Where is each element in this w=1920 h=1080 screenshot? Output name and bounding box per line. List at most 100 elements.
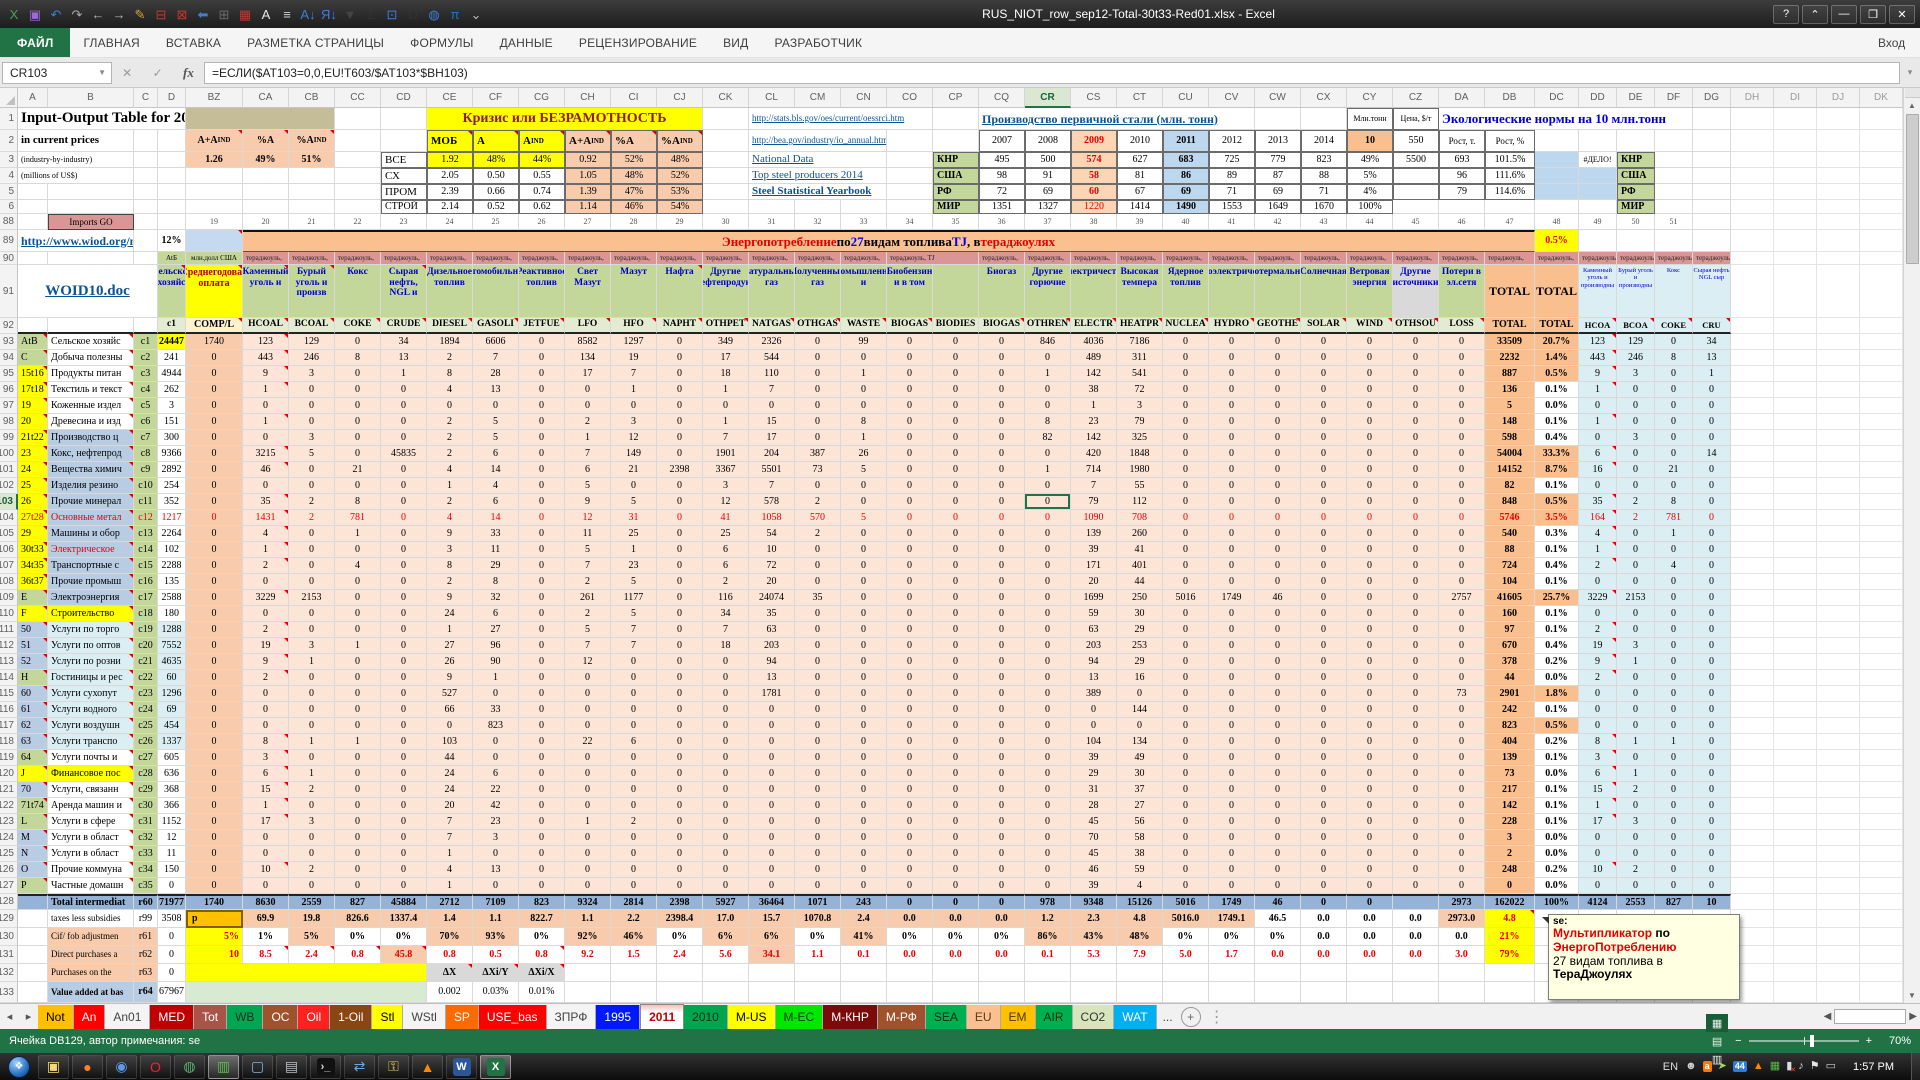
qat-more-icon[interactable]: ⌄	[468, 8, 484, 21]
cell-D92[interactable]: c1	[158, 318, 186, 334]
excel-icon[interactable]: X	[480, 1055, 511, 1079]
cell-DG112[interactable]: 0	[1693, 638, 1731, 654]
cell-DB92[interactable]: TOTAL	[1485, 318, 1535, 334]
cell-DF97[interactable]: 0	[1655, 398, 1693, 414]
cell-CW129[interactable]: 46.5	[1255, 910, 1301, 928]
row-header-93[interactable]: 93	[0, 334, 18, 350]
cell-A113[interactable]: 52	[18, 654, 48, 670]
cell-D90[interactable]: АtБ	[158, 252, 186, 265]
cell-CZ108[interactable]: 0	[1393, 574, 1439, 590]
cell-CY105[interactable]: 0	[1347, 526, 1393, 542]
cell-CY4[interactable]: 5%	[1347, 168, 1393, 184]
cell-DG105[interactable]: 0	[1693, 526, 1731, 542]
cell-B88[interactable]: Imports GO	[48, 214, 134, 230]
cell-CL101[interactable]: 5501	[749, 462, 795, 478]
cell-CE5[interactable]: 2.39	[427, 184, 473, 200]
cell-CP100[interactable]: 0	[933, 446, 979, 462]
cell-C92[interactable]	[134, 318, 158, 334]
cell-DC123[interactable]: 0.1%	[1535, 814, 1579, 830]
cell-CR133[interactable]	[1025, 982, 1071, 1003]
cell-CE98[interactable]: 2	[427, 414, 473, 430]
cell-CT98[interactable]: 79	[1117, 414, 1163, 430]
cell-CR2[interactable]: 2008	[1025, 130, 1071, 152]
cell-DC88[interactable]: 48	[1535, 214, 1579, 230]
cell-CB109[interactable]: 2153	[289, 590, 335, 606]
cell-CW127[interactable]: 0	[1255, 878, 1301, 894]
cell-CK96[interactable]: 1	[703, 382, 749, 398]
cell-DC100[interactable]: 33.3%	[1535, 446, 1579, 462]
cell-D108[interactable]: 135	[158, 574, 186, 590]
cell-CU116[interactable]: 0	[1163, 702, 1209, 718]
cell-CO5[interactable]	[887, 184, 933, 200]
cell-CD4[interactable]: СХ	[381, 168, 427, 184]
cell-DF91[interactable]: Кокс	[1655, 265, 1693, 318]
col-header-CP[interactable]: CP	[933, 88, 979, 108]
cell-CE123[interactable]: 7	[427, 814, 473, 830]
cell-DF88[interactable]: 51	[1655, 214, 1693, 230]
cell-DA2[interactable]: Рост, т.	[1439, 130, 1485, 152]
cell-DF4[interactable]	[1655, 168, 1693, 184]
cell-CV123[interactable]: 0	[1209, 814, 1255, 830]
cell-CD121[interactable]: 0	[381, 782, 427, 798]
cell-DE124[interactable]: 0	[1617, 830, 1655, 846]
cell-CW105[interactable]: 0	[1255, 526, 1301, 542]
cell-DE98[interactable]: 0	[1617, 414, 1655, 430]
select-all-corner[interactable]	[0, 88, 18, 108]
cell-CQ104[interactable]: 0	[979, 510, 1025, 526]
cell-CD2[interactable]	[381, 130, 427, 152]
cell-CW103[interactable]: 0	[1255, 494, 1301, 510]
cell-CU114[interactable]: 0	[1163, 670, 1209, 686]
cell-DD115[interactable]: 0	[1579, 686, 1617, 702]
cell-CT4[interactable]: 81	[1117, 168, 1163, 184]
cell-B5[interactable]	[48, 184, 134, 200]
cell-CF125[interactable]: 0	[473, 846, 519, 862]
cell-CB116[interactable]: 0	[289, 702, 335, 718]
cell-CV90[interactable]: тераджоуль,	[1209, 252, 1255, 265]
cell-A111[interactable]: 50	[18, 622, 48, 638]
cell-CF120[interactable]: 6	[473, 766, 519, 782]
cell-CA128[interactable]: 8630	[243, 894, 289, 910]
cell-DF118[interactable]: 1	[1655, 734, 1693, 750]
cell-CV6[interactable]: 1553	[1209, 200, 1255, 214]
view-layout-icon[interactable]: ▤	[1706, 1032, 1728, 1050]
cell-CM127[interactable]: 0	[795, 878, 841, 894]
cell-C118[interactable]: c26	[134, 734, 158, 750]
cell-DD106[interactable]: 1	[1579, 542, 1617, 558]
cell-DA108[interactable]: 0	[1439, 574, 1485, 590]
cell-BZ89[interactable]	[186, 230, 243, 252]
cell-CV122[interactable]: 0	[1209, 798, 1255, 814]
row-header-94[interactable]: 94	[0, 350, 18, 366]
cell-CU95[interactable]: 0	[1163, 366, 1209, 382]
cell-CI114[interactable]: 0	[611, 670, 657, 686]
back-icon[interactable]: ←	[90, 8, 106, 21]
cell-CU6[interactable]: 1490	[1163, 200, 1209, 214]
cell-CB120[interactable]: 1	[289, 766, 335, 782]
cell-CJ113[interactable]: 0	[657, 654, 703, 670]
cell-CN108[interactable]: 0	[841, 574, 887, 590]
cell-CD92[interactable]: CRUDE	[381, 318, 427, 334]
cell-DB130[interactable]: 21%	[1485, 928, 1535, 946]
cell-DD3[interactable]: #ДЕЛО!	[1579, 152, 1617, 168]
delete-table-icon[interactable]: ▦	[237, 8, 253, 21]
cell-CI118[interactable]: 6	[611, 734, 657, 750]
cell-B94[interactable]: Добыча полезны	[48, 350, 134, 366]
cell-CI121[interactable]: 0	[611, 782, 657, 798]
cell-CE105[interactable]: 9	[427, 526, 473, 542]
cell-CS126[interactable]: 46	[1071, 862, 1117, 878]
font-underline-icon[interactable]: А	[258, 8, 274, 21]
cell-CU118[interactable]: 0	[1163, 734, 1209, 750]
cell-CD127[interactable]: 0	[381, 878, 427, 894]
cell-C110[interactable]: c18	[134, 606, 158, 622]
cell-CX1[interactable]	[1301, 108, 1347, 130]
cell-CV4[interactable]: 89	[1209, 168, 1255, 184]
cell-CA97[interactable]: 0	[243, 398, 289, 414]
cell-DC120[interactable]: 0.0%	[1535, 766, 1579, 782]
cell-CS95[interactable]: 142	[1071, 366, 1117, 382]
sort-za-icon[interactable]: Я↓	[321, 8, 337, 21]
cell-CP4[interactable]: США	[933, 168, 979, 184]
cell-BZ93[interactable]: 1740	[186, 334, 243, 350]
cell-CV110[interactable]: 0	[1209, 606, 1255, 622]
col-header-DF[interactable]: DF	[1655, 88, 1693, 108]
cell-CR110[interactable]: 0	[1025, 606, 1071, 622]
cell-CN112[interactable]: 0	[841, 638, 887, 654]
